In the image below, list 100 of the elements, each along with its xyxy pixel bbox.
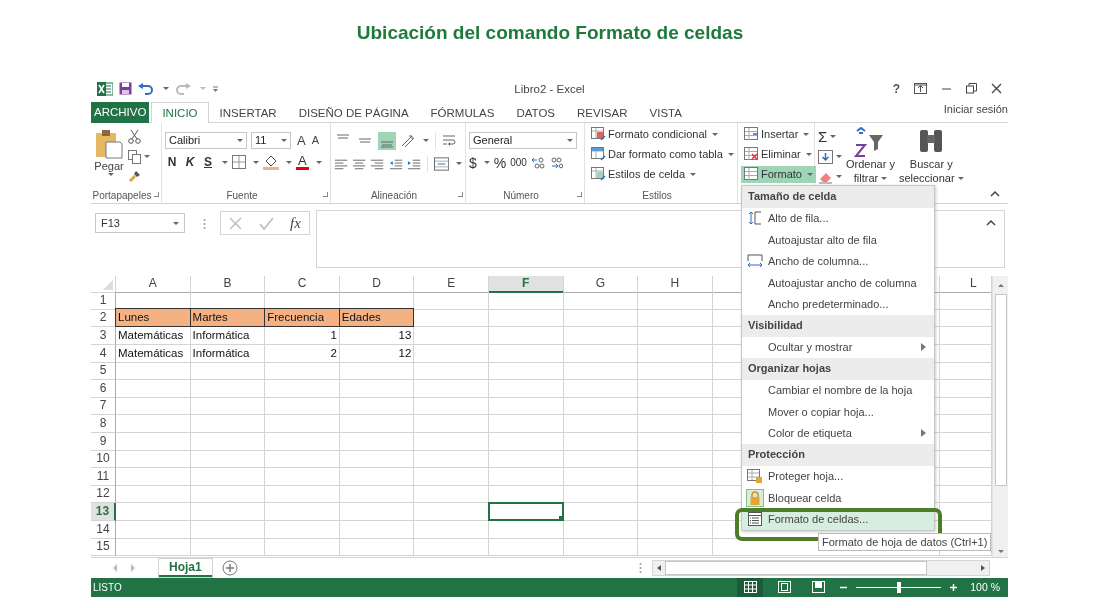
check-icon[interactable] [258, 216, 274, 230]
menu-item[interactable]: Proteger hoja... [742, 465, 934, 487]
sign-in-link[interactable]: Iniciar sesión [943, 101, 1008, 116]
caret-icon[interactable] [286, 160, 292, 164]
column-header[interactable]: H [638, 275, 713, 293]
align-right-icon[interactable] [370, 157, 385, 170]
shrink-font-button[interactable]: A [311, 134, 319, 147]
menu-item[interactable]: Ancho predeterminado... [742, 293, 934, 315]
grow-font-button[interactable]: A [297, 132, 306, 148]
autosum-button[interactable]: Σ [818, 128, 828, 144]
close-icon[interactable] [991, 83, 1002, 95]
caret-icon[interactable] [222, 160, 228, 164]
name-box[interactable]: F13 [95, 213, 185, 234]
ribbon-tab[interactable]: INICIO [151, 101, 209, 123]
row-header[interactable]: 8 [91, 415, 116, 433]
row-header[interactable]: 15 [91, 538, 116, 557]
menu-item[interactable]: Alto de fila... [742, 207, 934, 229]
column-header[interactable]: F [488, 275, 564, 293]
styles-command[interactable]: Estilos de celda [588, 165, 700, 183]
column-header[interactable]: B [190, 275, 266, 293]
row-header[interactable]: 11 [91, 467, 116, 486]
styles-command[interactable]: Dar formato como tabla [588, 145, 737, 163]
menu-item[interactable]: Autoajustar alto de fila [742, 229, 934, 251]
sheet-tab[interactable]: Hoja1 [159, 559, 212, 578]
find-select-button[interactable]: Buscar y seleccionar [898, 126, 964, 188]
font-size-dropdown[interactable]: 11 [251, 131, 291, 149]
menu-item[interactable]: Color de etiqueta [742, 422, 934, 444]
decrease-indent-icon[interactable] [388, 157, 403, 170]
horizontal-scrollbar[interactable] [652, 560, 990, 577]
row-header[interactable]: 3 [91, 327, 116, 346]
wrap-text-icon[interactable] [442, 133, 458, 148]
underline-button[interactable]: S [201, 155, 215, 170]
currency-button[interactable]: $ [469, 154, 477, 171]
scissors-icon[interactable] [128, 128, 141, 144]
dialog-launcher-icon[interactable] [458, 192, 463, 198]
menu-item[interactable]: Autoajustar ancho de columna [742, 272, 934, 294]
row-header[interactable]: 4 [91, 344, 116, 363]
save-icon[interactable] [119, 82, 132, 96]
dialog-launcher-icon[interactable] [154, 192, 159, 198]
dialog-launcher-icon[interactable] [323, 192, 328, 198]
ribbon-tab[interactable]: REVISAR [566, 101, 639, 123]
menu-item[interactable]: Mover o copiar hoja... [742, 401, 934, 423]
column-header[interactable]: L [939, 275, 992, 293]
caret-icon[interactable] [144, 155, 150, 159]
row-header[interactable]: 1 [91, 291, 116, 310]
row-header[interactable]: 9 [91, 432, 116, 451]
menu-item[interactable]: Bloquear celda [742, 487, 934, 509]
caret-icon[interactable] [836, 155, 842, 159]
row-header[interactable]: 14 [91, 520, 116, 539]
styles-command[interactable]: Formato condicional [588, 125, 722, 143]
increase-decimal-icon[interactable] [530, 155, 545, 170]
collapse-icon[interactable] [986, 219, 996, 227]
zoom-in-icon[interactable] [949, 583, 959, 592]
copy-icon[interactable] [128, 149, 141, 164]
caret-icon[interactable] [830, 134, 837, 138]
ribbon-tab[interactable]: DISEÑO DE PÁGINA [287, 101, 420, 123]
brush-icon[interactable] [128, 169, 141, 183]
paste-button[interactable]: Pegar [94, 126, 124, 188]
row-header[interactable]: 5 [91, 362, 116, 381]
ribbon-tab[interactable]: VISTA [638, 101, 693, 123]
percent-button[interactable]: % [493, 154, 507, 171]
caret-icon[interactable] [315, 160, 322, 164]
borders-icon[interactable] [232, 155, 246, 170]
help-button[interactable]: ? [892, 81, 900, 96]
number-format-dropdown[interactable]: General [469, 131, 577, 149]
ribbon-tab[interactable]: DATOS [505, 101, 567, 123]
cells-command[interactable]: Eliminar [741, 145, 815, 163]
menu-item[interactable]: Ocultar y mostrar [742, 336, 934, 358]
ribbon-tab[interactable]: INSERTAR [208, 101, 288, 123]
customize-icon[interactable] [212, 84, 219, 93]
slider-thumb[interactable] [896, 582, 901, 593]
row-header[interactable]: 7 [91, 397, 116, 416]
caret-icon[interactable] [253, 160, 259, 164]
increase-indent-icon[interactable] [406, 157, 421, 170]
menu-item[interactable]: Ancho de columna... [742, 250, 934, 272]
bold-button[interactable]: N [165, 155, 179, 170]
font-color-button[interactable]: A [296, 154, 309, 170]
undo-icon[interactable] [138, 82, 154, 95]
text-orientation-icon[interactable] [400, 133, 416, 148]
column-header[interactable]: A [116, 275, 191, 293]
ribbon-display-icon[interactable] [914, 83, 927, 95]
thousands-button[interactable]: 000 [510, 157, 527, 169]
align-left-icon[interactable] [334, 157, 349, 170]
ribbon-tab[interactable]: FÓRMULAS [419, 101, 506, 123]
caret-icon[interactable] [163, 87, 169, 91]
sort-filter-button[interactable]: Ordenar y filtrar [846, 126, 895, 188]
row-header[interactable]: 10 [91, 450, 116, 469]
menu-item[interactable]: Cambiar el nombre de la hoja [742, 379, 934, 401]
fill-down-icon[interactable] [818, 149, 833, 164]
vertical-align-icon[interactable] [378, 131, 396, 150]
cells-command[interactable]: Formato [741, 165, 816, 183]
caret-icon[interactable] [836, 175, 842, 179]
caret-icon[interactable] [423, 139, 429, 143]
column-header[interactable]: D [339, 275, 415, 293]
cells-command[interactable]: Insertar [741, 125, 813, 143]
column-header[interactable]: C [265, 275, 340, 293]
column-header[interactable]: G [563, 275, 639, 293]
collapse-ribbon-icon[interactable] [990, 190, 1000, 198]
add-sheet-icon[interactable] [221, 560, 238, 577]
font-name-dropdown[interactable]: Calibri [165, 131, 247, 149]
